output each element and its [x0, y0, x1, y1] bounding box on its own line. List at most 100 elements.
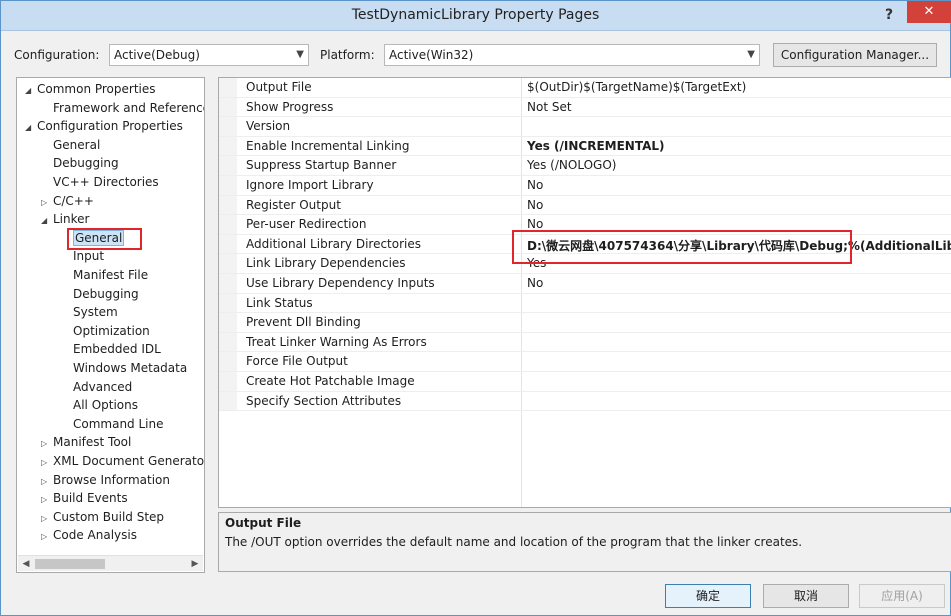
property-row[interactable]: Treat Linker Warning As Errors	[219, 332, 951, 353]
tree-item-label: System	[73, 305, 118, 320]
tree-item-label: C/C++	[53, 193, 94, 208]
property-value[interactable]: No	[527, 178, 543, 192]
property-row[interactable]: Link Library Dependencies Yes	[219, 254, 951, 274]
tree-collapsed-icon[interactable]: ▷	[41, 528, 53, 546]
tree-item[interactable]: Input	[61, 247, 104, 265]
tree-expanded-icon[interactable]: ◢	[25, 119, 37, 137]
property-value[interactable]: Yes (/NOLOGO)	[527, 158, 616, 172]
scroll-right-icon[interactable]: ▶	[187, 556, 203, 572]
property-row[interactable]: Prevent Dll Binding	[219, 313, 951, 333]
tree-item[interactable]: Command Line	[61, 415, 164, 433]
tree-item[interactable]: VC++ Directories	[41, 173, 159, 191]
title-bar[interactable]: TestDynamicLibrary Property Pages ? ✕	[1, 1, 951, 31]
tree-item[interactable]: ◢ Common Properties	[25, 80, 156, 98]
tree-item[interactable]: Debugging	[41, 154, 119, 172]
tree-item[interactable]: ▷ Manifest Tool	[41, 433, 131, 451]
property-row[interactable]: Version	[219, 117, 951, 137]
ok-button[interactable]: 确定	[665, 584, 751, 608]
tree-item[interactable]: Debugging	[61, 285, 139, 303]
tree-horizontal-scrollbar[interactable]: ◀ ▶	[18, 555, 203, 571]
property-row[interactable]: Show Progress Not Set	[219, 97, 951, 118]
scroll-left-icon[interactable]: ◀	[18, 556, 34, 572]
platform-value: Active(Win32)	[389, 48, 474, 62]
property-row[interactable]: Create Hot Patchable Image	[219, 372, 951, 392]
property-row[interactable]: Force File Output	[219, 352, 951, 372]
apply-button[interactable]: 应用(A)	[859, 584, 945, 608]
property-row[interactable]: Enable Incremental Linking Yes (/INCREMEN…	[219, 136, 951, 157]
property-row[interactable]: Output File $(OutDir)$(TargetName)$(Targe…	[219, 78, 951, 98]
property-value[interactable]: Yes	[527, 256, 546, 270]
property-name: Treat Linker Warning As Errors	[246, 334, 427, 349]
tree-item-label: General	[53, 137, 101, 152]
tree-expanded-icon[interactable]: ◢	[41, 212, 53, 230]
configuration-manager-button[interactable]: Configuration Manager...	[773, 43, 937, 67]
tree-item[interactable]: Manifest File	[61, 266, 148, 284]
tree-item[interactable]: ▷ Build Events	[41, 489, 128, 507]
tree-item[interactable]: Framework and References	[41, 99, 205, 117]
tree-item-label: Configuration Properties	[37, 119, 183, 134]
property-row[interactable]: Suppress Startup Banner Yes (/NOLOGO)	[219, 156, 951, 176]
row-gutter	[219, 234, 237, 254]
row-gutter	[219, 215, 237, 234]
tree-item[interactable]: System	[61, 303, 118, 321]
tree-item-label: All Options	[73, 398, 138, 413]
property-row[interactable]: Per-user Redirection No	[219, 215, 951, 235]
property-tree[interactable]: ◀ ▶ ◢ Common Properties Framework and Refe…	[16, 77, 205, 573]
property-value[interactable]: Yes (/INCREMENTAL)	[527, 139, 665, 153]
tree-item-label: Advanced	[73, 379, 133, 394]
property-name: Per-user Redirection	[246, 217, 367, 232]
tree-item[interactable]: General	[41, 136, 100, 154]
tree-item[interactable]: ▷ Custom Build Step	[41, 508, 164, 526]
property-value[interactable]: D:\微云网盘\407574364\分享\Library\代码库\Debug;%…	[527, 237, 951, 254]
row-gutter	[219, 274, 237, 293]
property-row[interactable]: Ignore Import Library No	[219, 176, 951, 196]
configuration-value: Active(Debug)	[114, 48, 200, 62]
tree-collapsed-icon[interactable]: ▷	[41, 510, 53, 528]
property-value[interactable]: $(OutDir)$(TargetName)$(TargetExt)	[527, 80, 746, 94]
description-title: Output File	[225, 516, 302, 530]
tree-item[interactable]: ▷ C/C++	[41, 192, 94, 210]
scroll-thumb[interactable]	[35, 559, 105, 569]
property-row[interactable]: Link Status	[219, 293, 951, 314]
row-gutter	[219, 313, 237, 332]
help-button[interactable]: ?	[879, 4, 899, 26]
tree-collapsed-icon[interactable]: ▷	[41, 435, 53, 453]
cancel-button[interactable]: 取消	[763, 584, 849, 608]
tree-collapsed-icon[interactable]: ▷	[41, 491, 53, 509]
property-value[interactable]: Not Set	[527, 100, 572, 114]
tree-collapsed-icon[interactable]: ▷	[41, 454, 53, 472]
tree-item[interactable]: Optimization	[61, 322, 150, 340]
tree-item[interactable]: ▷ Browse Information	[41, 471, 170, 489]
tree-item[interactable]: ◢ Linker	[41, 210, 89, 228]
tree-item[interactable]: ▷ Code Analysis	[41, 526, 137, 544]
property-name: Register Output	[246, 197, 341, 212]
row-gutter	[219, 293, 237, 313]
tree-item[interactable]: General	[61, 229, 125, 247]
tree-item-label: Debugging	[73, 286, 139, 301]
platform-combo[interactable]: Active(Win32) ▼	[384, 44, 760, 66]
tree-item[interactable]: ◢ Configuration Properties	[25, 117, 183, 135]
property-row[interactable]: Register Output No	[219, 195, 951, 216]
property-row[interactable]: Specify Section Attributes	[219, 391, 951, 412]
tree-item[interactable]: ▷ XML Document Generator	[41, 452, 204, 472]
window-title: TestDynamicLibrary Property Pages	[351, 7, 600, 23]
tree-collapsed-icon[interactable]: ▷	[41, 194, 53, 212]
property-value[interactable]: No	[527, 217, 543, 231]
tree-item[interactable]: Windows Metadata	[61, 359, 187, 377]
tree-item[interactable]: All Options	[61, 396, 138, 414]
tree-collapsed-icon[interactable]: ▷	[41, 473, 53, 491]
close-button[interactable]: ✕	[907, 1, 951, 23]
row-gutter	[219, 136, 237, 156]
property-row[interactable]: Use Library Dependency Inputs No	[219, 274, 951, 294]
tree-item[interactable]: Embedded IDL	[61, 340, 161, 358]
tree-item-label: Code Analysis	[53, 528, 137, 543]
tree-item-label: Framework and References	[53, 100, 205, 115]
configuration-combo[interactable]: Active(Debug) ▼	[109, 44, 309, 66]
property-name: Link Library Dependencies	[246, 256, 406, 271]
tree-expanded-icon[interactable]: ◢	[25, 82, 37, 100]
property-grid[interactable]: Output File $(OutDir)$(TargetName)$(Targe…	[218, 77, 951, 508]
tree-item[interactable]: Advanced	[61, 378, 132, 396]
property-value[interactable]: No	[527, 276, 543, 290]
property-value[interactable]: No	[527, 198, 543, 212]
property-row[interactable]: Additional Library Directories D:\微云网盘\40…	[219, 234, 951, 255]
